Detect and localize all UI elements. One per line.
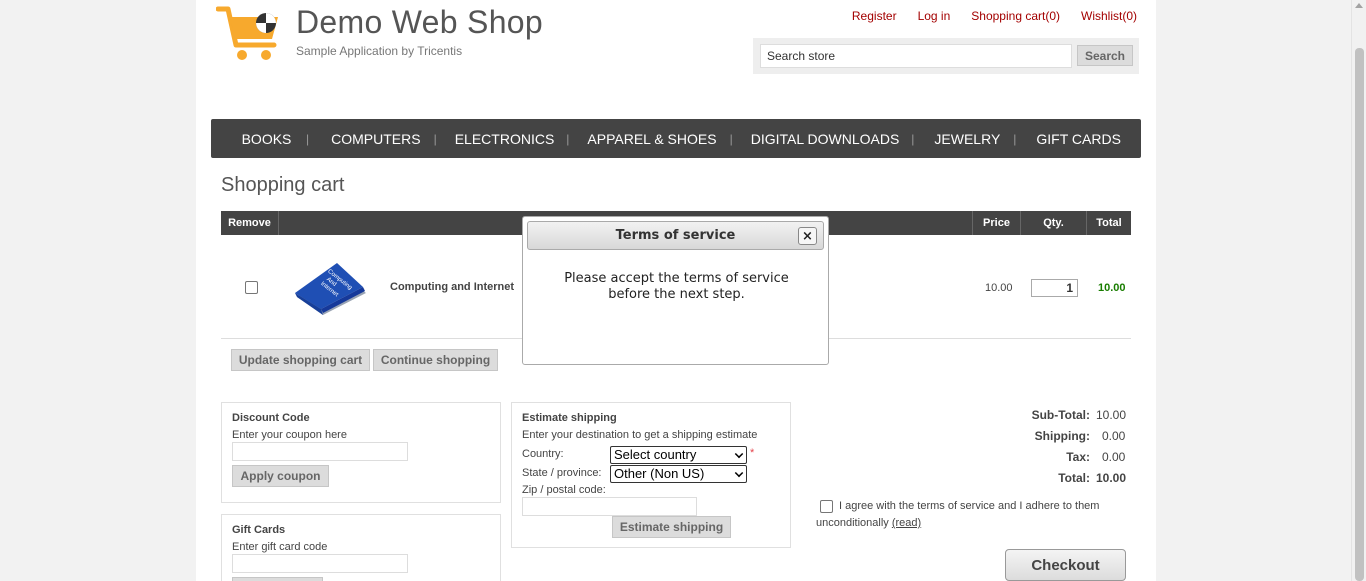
terms-text: I agree with the terms of service and I … (816, 500, 1100, 529)
search-box: Search store Search (753, 38, 1139, 74)
shipping-title: Estimate shipping (522, 412, 617, 424)
zip-input[interactable] (522, 497, 697, 516)
subtotal-label: Sub-Total: (1031, 408, 1090, 422)
scrollbar-thumb[interactable] (1355, 48, 1364, 581)
state-select-value: Other (Non US) (614, 466, 705, 481)
search-button[interactable]: Search (1077, 45, 1133, 66)
terms-agreement: I agree with the terms of service and I … (816, 498, 1116, 532)
shipping-hint: Enter your destination to get a shipping… (522, 429, 758, 441)
continue-shopping-button[interactable]: Continue shopping (373, 349, 498, 371)
country-label: Country: (522, 448, 564, 460)
terms-checkbox[interactable] (820, 499, 833, 513)
product-image[interactable]: Computing And Internet (293, 249, 368, 317)
tax-label: Tax: (1066, 450, 1090, 464)
add-giftcard-button[interactable] (232, 577, 323, 581)
menu-separator: | (729, 131, 733, 146)
shop-subtitle: Sample Application by Tricentis (296, 44, 463, 58)
cart-logo-icon[interactable] (216, 5, 280, 63)
wishlist-link[interactable]: Wishlist(0) (1081, 9, 1137, 23)
column-remove: Remove (221, 211, 279, 235)
quantity-input[interactable]: 1 (1031, 279, 1078, 297)
menu-separator: | (1013, 131, 1017, 146)
country-select[interactable]: Select country (610, 446, 747, 464)
order-totals: Sub-Total: 10.00 Shipping: 0.00 Tax: 0.0… (816, 407, 1136, 492)
remove-checkbox[interactable] (245, 281, 258, 294)
shop-title: Demo Web Shop (296, 4, 543, 40)
total-label: Total: (1058, 471, 1090, 485)
country-select-value: Select country (614, 447, 697, 462)
discount-hint: Enter your coupon here (232, 429, 347, 441)
estimate-shipping-panel: Estimate shipping Enter your destination… (511, 402, 791, 548)
state-label: State / province: (522, 467, 602, 479)
login-link[interactable]: Log in (918, 9, 951, 23)
column-qty: Qty. (1021, 211, 1087, 235)
giftcard-input[interactable] (232, 554, 408, 573)
tax-value: 0.00 (1102, 450, 1126, 464)
product-name-link[interactable]: Computing and Internet (390, 281, 514, 293)
dialog-message: Please accept the terms of service befor… (564, 271, 789, 302)
product-price: 10.00 (985, 282, 1013, 294)
update-cart-button[interactable]: Update shopping cart (231, 349, 370, 371)
page-title: Shopping cart (221, 174, 345, 196)
dialog-titlebar: Terms of service × (527, 221, 824, 250)
terms-of-service-dialog: Terms of service × Please accept the ter… (522, 216, 829, 365)
shopping-cart-link[interactable]: Shopping cart(0) (971, 9, 1060, 23)
menu-separator: | (306, 131, 310, 146)
total-value: 10.00 (1096, 471, 1127, 485)
checkout-button[interactable]: Checkout (1005, 549, 1126, 581)
shipping-label: Shipping: (1034, 429, 1090, 443)
menu-item-digital-downloads[interactable]: DIGITAL DOWNLOADS (751, 131, 900, 147)
chevron-down-icon (734, 449, 744, 459)
dialog-title: Terms of service (615, 228, 736, 243)
zip-label: Zip / postal code: (522, 484, 606, 496)
state-select[interactable]: Other (Non US) (610, 465, 747, 483)
vertical-scrollbar[interactable] (1351, 0, 1366, 581)
discount-panel: Discount Code Enter your coupon here App… (221, 402, 501, 503)
menu-item-jewelry[interactable]: JEWELRY (934, 131, 1000, 147)
close-icon[interactable]: × (798, 227, 817, 245)
shipping-value: 0.00 (1102, 429, 1126, 443)
header-links: Register Log in Shopping cart(0) Wishlis… (852, 9, 1137, 23)
menu-item-gift-cards[interactable]: GIFT CARDS (1036, 131, 1121, 147)
top-menu: BOOKS | COMPUTERS | ELECTRONICS | APPARE… (211, 119, 1141, 158)
giftcard-hint: Enter gift card code (232, 541, 328, 553)
menu-separator: | (911, 131, 915, 146)
required-marker: * (750, 447, 755, 459)
terms-read-link[interactable]: (read) (892, 517, 921, 529)
search-input[interactable]: Search store (760, 44, 1072, 68)
chevron-down-icon (734, 468, 744, 478)
estimate-shipping-button[interactable]: Estimate shipping (612, 516, 731, 538)
giftcard-title: Gift Cards (232, 524, 286, 536)
menu-separator: | (566, 131, 570, 146)
scroll-up-icon[interactable] (1355, 3, 1363, 8)
discount-title: Discount Code (232, 412, 310, 424)
apply-coupon-button[interactable]: Apply coupon (232, 465, 329, 487)
register-link[interactable]: Register (852, 9, 897, 23)
menu-item-computers[interactable]: COMPUTERS (331, 131, 420, 147)
product-total: 10.00 (1098, 282, 1126, 294)
menu-separator: | (433, 131, 437, 146)
menu-item-books[interactable]: BOOKS (227, 131, 306, 147)
menu-item-apparel-shoes[interactable]: APPAREL & SHOES (587, 131, 716, 147)
column-total: Total (1096, 217, 1122, 229)
column-price: Price (973, 211, 1021, 235)
menu-item-electronics[interactable]: ELECTRONICS (455, 131, 555, 147)
giftcard-panel: Gift Cards Enter gift card code (221, 514, 501, 581)
subtotal-value: 10.00 (1096, 408, 1127, 422)
coupon-input[interactable] (232, 442, 408, 461)
